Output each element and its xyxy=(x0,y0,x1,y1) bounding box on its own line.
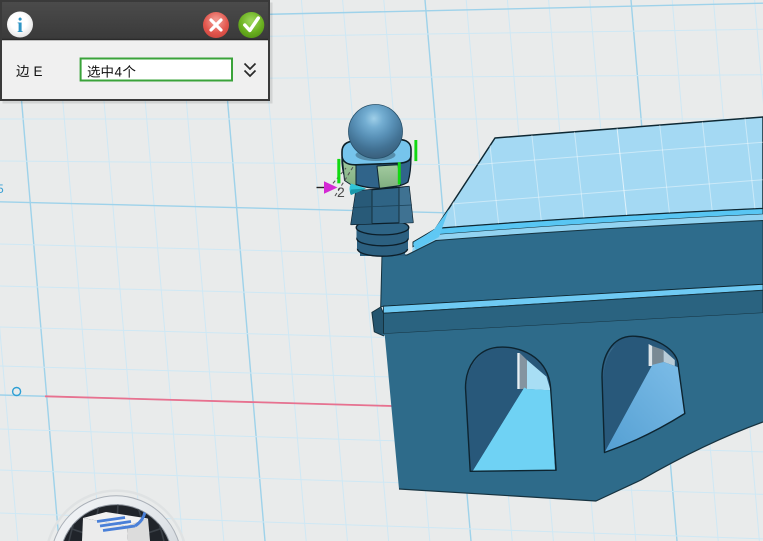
svg-text:5: 5 xyxy=(0,182,4,196)
svg-text:2: 2 xyxy=(337,184,345,200)
svg-text:i: i xyxy=(17,13,23,37)
svg-text:E: E xyxy=(34,64,43,79)
svg-text:4: 4 xyxy=(115,65,123,80)
